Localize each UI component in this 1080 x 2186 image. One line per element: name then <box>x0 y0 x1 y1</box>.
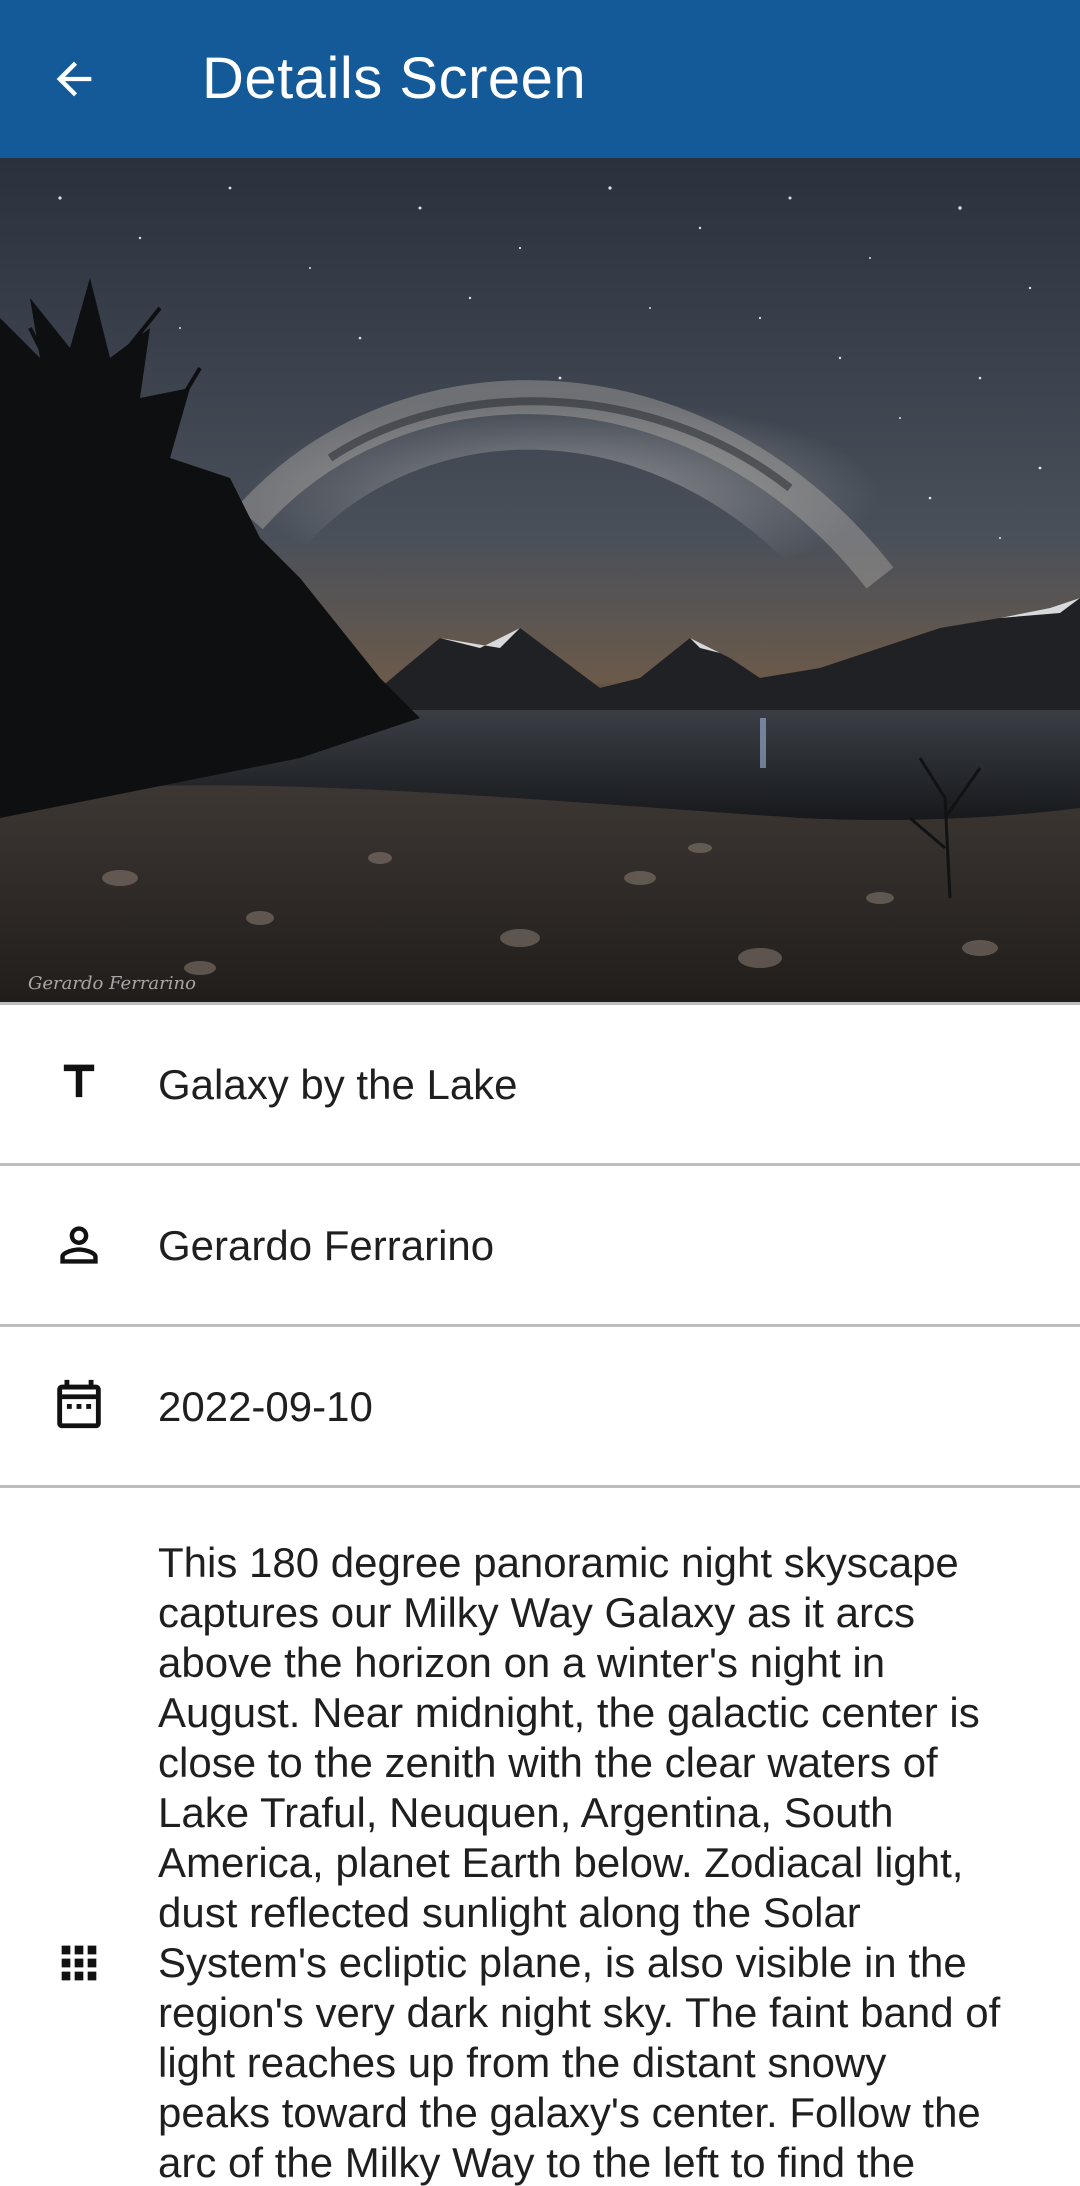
person-icon <box>50 1216 108 1274</box>
text-icon <box>50 1053 108 1111</box>
page-title: Details Screen <box>202 46 587 111</box>
author-value: Gerardo Ferrarino <box>158 1222 495 1269</box>
date-row: 2022-09-10 <box>0 1324 1080 1485</box>
back-button[interactable] <box>30 35 118 123</box>
description-row: This 180 degree panoramic night skyscape… <box>0 1485 1080 2186</box>
app-bar: Details Screen <box>0 0 1080 158</box>
title-row: Galaxy by the Lake <box>0 1002 1080 1163</box>
description-value: This 180 degree panoramic night skyscape… <box>158 1539 1001 2186</box>
hero-image: Gerardo Ferrarino <box>0 158 1080 1002</box>
title-value: Galaxy by the Lake <box>158 1061 518 1108</box>
calendar-icon <box>50 1375 108 1433</box>
image-watermark: Gerardo Ferrarino <box>28 973 196 994</box>
apps-grid-icon <box>50 1934 108 1992</box>
arrow-back-icon <box>56 61 92 97</box>
author-row: Gerardo Ferrarino <box>0 1163 1080 1324</box>
date-value: 2022-09-10 <box>158 1383 373 1430</box>
details-screen: Details Screen Gerardo Ferrarino Galaxy … <box>0 0 1080 2186</box>
